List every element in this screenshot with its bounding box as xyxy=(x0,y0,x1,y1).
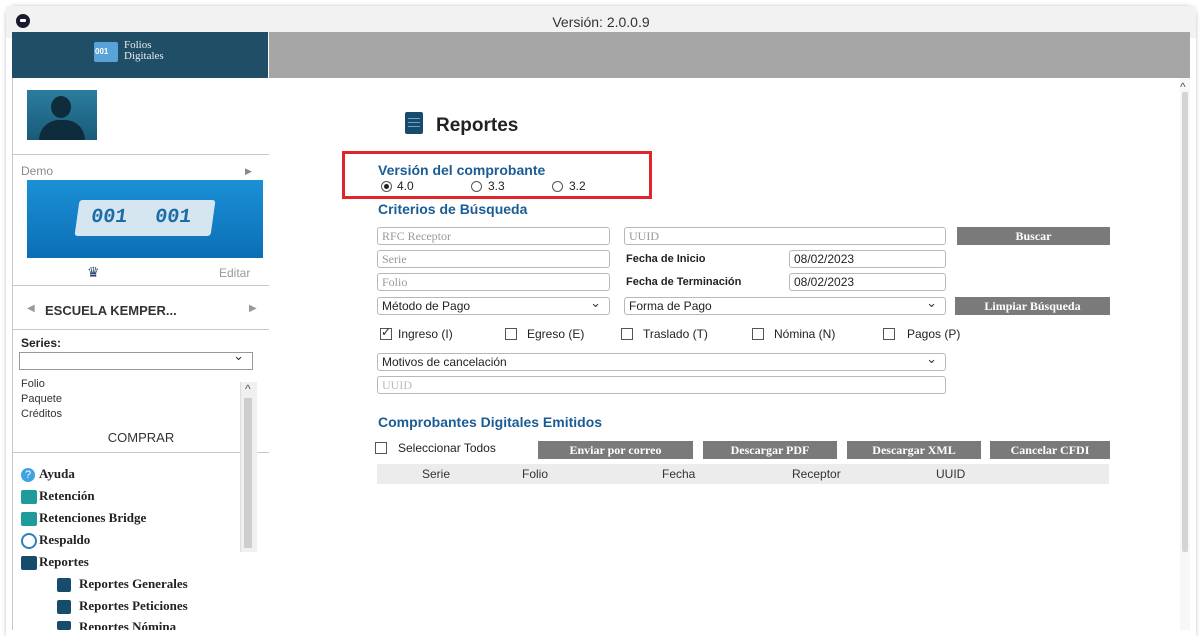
uuid-cancel-input[interactable]: UUID xyxy=(377,376,946,394)
payment-form-value: Forma de Pago xyxy=(629,299,712,313)
brand-bar: Folios Digitales xyxy=(12,32,268,78)
account-banner: 001 001 xyxy=(27,180,263,258)
payment-method-value: Método de Pago xyxy=(382,299,471,313)
search-button[interactable]: Buscar xyxy=(957,227,1110,245)
menu-item-ayuda[interactable]: Ayuda xyxy=(39,466,75,482)
column-folio[interactable]: Folio xyxy=(522,467,548,481)
checkbox-label-pagos: Pagos (P) xyxy=(907,327,961,341)
cancel-cfdi-button[interactable]: Cancelar CFDI xyxy=(990,441,1110,459)
column-uuid[interactable]: UUID xyxy=(936,467,965,481)
retention-icon xyxy=(21,490,37,504)
menu-item-retenciones-bridge[interactable]: Retenciones Bridge xyxy=(39,510,146,526)
report-payroll-icon xyxy=(57,621,71,630)
chevron-down-icon: ⌄ xyxy=(926,295,937,310)
payment-form-select[interactable]: Forma de Pago ⌄ xyxy=(624,295,946,315)
chevron-down-icon: ⌄ xyxy=(590,295,601,310)
series-label: Series: xyxy=(21,336,62,350)
radio-label-3-3: 3.3 xyxy=(488,179,505,193)
checkbox-label-traslado: Traslado (T) xyxy=(643,327,708,341)
version-label: Versión: 2.0.0.9 xyxy=(552,14,650,30)
checkbox-pagos[interactable] xyxy=(883,328,895,340)
payment-method-select[interactable]: Método de Pago ⌄ xyxy=(377,295,610,315)
cancel-reason-select[interactable]: Motivos de cancelación ⌄ xyxy=(377,351,946,371)
sidebar-menu: ? Ayuda Retención Retenciones Bridge Res… xyxy=(13,460,269,630)
divider xyxy=(13,154,269,155)
page-title: Reportes xyxy=(436,115,519,136)
header-bar xyxy=(269,32,1190,78)
checkbox-label-nomina: Nómina (N) xyxy=(774,327,836,341)
rfc-receptor-input[interactable]: RFC Receptor xyxy=(377,227,610,245)
download-xml-button[interactable]: Descargar XML xyxy=(847,441,981,459)
checkbox-egreso[interactable] xyxy=(505,328,517,340)
folio-input[interactable]: Folio xyxy=(377,273,610,291)
next-school-icon[interactable]: ▶ xyxy=(249,303,257,314)
backup-icon xyxy=(21,533,37,549)
end-date-input[interactable]: 08/02/2023 xyxy=(789,273,946,291)
folios-logo-icon xyxy=(94,42,118,62)
retention-bridge-icon xyxy=(21,512,37,526)
divider xyxy=(13,285,269,286)
uuid-input[interactable]: UUID xyxy=(624,227,946,245)
end-date-label: Fecha de Terminación xyxy=(626,276,742,288)
start-date-input[interactable]: 08/02/2023 xyxy=(789,250,946,268)
radio-label-4-0: 4.0 xyxy=(397,179,414,193)
menu-item-reportes-generales[interactable]: Reportes Generales xyxy=(79,576,188,592)
radio-version-4-0[interactable] xyxy=(381,181,392,192)
edit-link[interactable]: Editar xyxy=(219,266,250,280)
version-section-title: Versión del comprobante xyxy=(378,162,546,178)
report-requests-icon xyxy=(57,600,71,614)
select-all-label: Seleccionar Todos xyxy=(398,441,496,455)
series-select[interactable] xyxy=(19,348,253,370)
checkbox-ingreso[interactable] xyxy=(380,325,392,340)
select-all-checkbox[interactable] xyxy=(375,442,387,454)
school-name: ESCUELA KEMPER... xyxy=(45,303,177,318)
school-selector: ◀ ESCUELA KEMPER... ▶ xyxy=(13,293,269,329)
divider xyxy=(13,329,269,330)
report-general-icon xyxy=(57,578,71,592)
radio-label-3-2: 3.2 xyxy=(569,179,586,193)
start-date-label: Fecha de Inicio xyxy=(626,253,706,265)
radio-version-3-2[interactable] xyxy=(552,181,563,192)
cancel-reason-value: Motivos de cancelación xyxy=(382,355,507,369)
account-arrow-icon[interactable]: ▶ xyxy=(245,166,252,177)
main-scroll-thumb[interactable] xyxy=(1182,92,1188,552)
user-avatar[interactable] xyxy=(27,90,97,140)
checkbox-nomina[interactable] xyxy=(752,328,764,340)
cube-logo: 001 001 xyxy=(74,200,216,236)
package-label: Paquete xyxy=(21,393,62,405)
checkbox-label-egreso: Egreso (E) xyxy=(527,327,585,341)
menu-item-respaldo[interactable]: Respaldo xyxy=(39,532,90,548)
results-table-header xyxy=(377,464,1109,484)
menu-item-reportes[interactable]: Reportes xyxy=(39,554,89,570)
download-pdf-button[interactable]: Descargar PDF xyxy=(703,441,837,459)
reports-page-icon xyxy=(405,112,423,134)
menu-item-reportes-nomina[interactable]: Reportes Nómina xyxy=(79,619,176,630)
credits-label: Créditos xyxy=(21,408,62,420)
checkbox-label-ingreso: Ingreso (I) xyxy=(398,327,453,341)
folio-label: Folio xyxy=(21,378,45,390)
send-email-button[interactable]: Enviar por correo xyxy=(538,441,693,459)
divider xyxy=(13,452,269,453)
issued-section-title: Comprobantes Digitales Emitidos xyxy=(378,414,603,430)
sidebar: Demo ▶ 001 001 ♛ Editar ◀ ESCUELA KEMPER… xyxy=(12,78,270,630)
menu-item-reportes-peticiones[interactable]: Reportes Peticiones xyxy=(79,598,188,614)
column-serie[interactable]: Serie xyxy=(422,467,450,481)
sidebar-scroll-thumb[interactable] xyxy=(244,398,252,548)
serie-input[interactable]: Serie xyxy=(377,250,610,268)
column-receptor[interactable]: Receptor xyxy=(792,467,841,481)
radio-version-3-3[interactable] xyxy=(471,181,482,192)
brand-logo-text: Folios Digitales xyxy=(124,39,164,62)
crown-icon: ♛ xyxy=(87,264,100,280)
help-icon: ? xyxy=(21,468,35,482)
chevron-down-icon: ⌄ xyxy=(926,351,937,366)
buy-button[interactable]: COMPRAR xyxy=(13,430,269,445)
clear-search-button[interactable]: Limpiar Búsqueda xyxy=(955,297,1110,315)
checkbox-traslado[interactable] xyxy=(621,328,633,340)
account-label: Demo xyxy=(21,164,54,178)
prev-school-icon[interactable]: ◀ xyxy=(27,303,35,314)
reports-icon xyxy=(21,556,37,570)
column-fecha[interactable]: Fecha xyxy=(662,467,695,481)
search-section-title: Criterios de Búsqueda xyxy=(378,201,528,217)
menu-item-retencion[interactable]: Retención xyxy=(39,488,95,504)
